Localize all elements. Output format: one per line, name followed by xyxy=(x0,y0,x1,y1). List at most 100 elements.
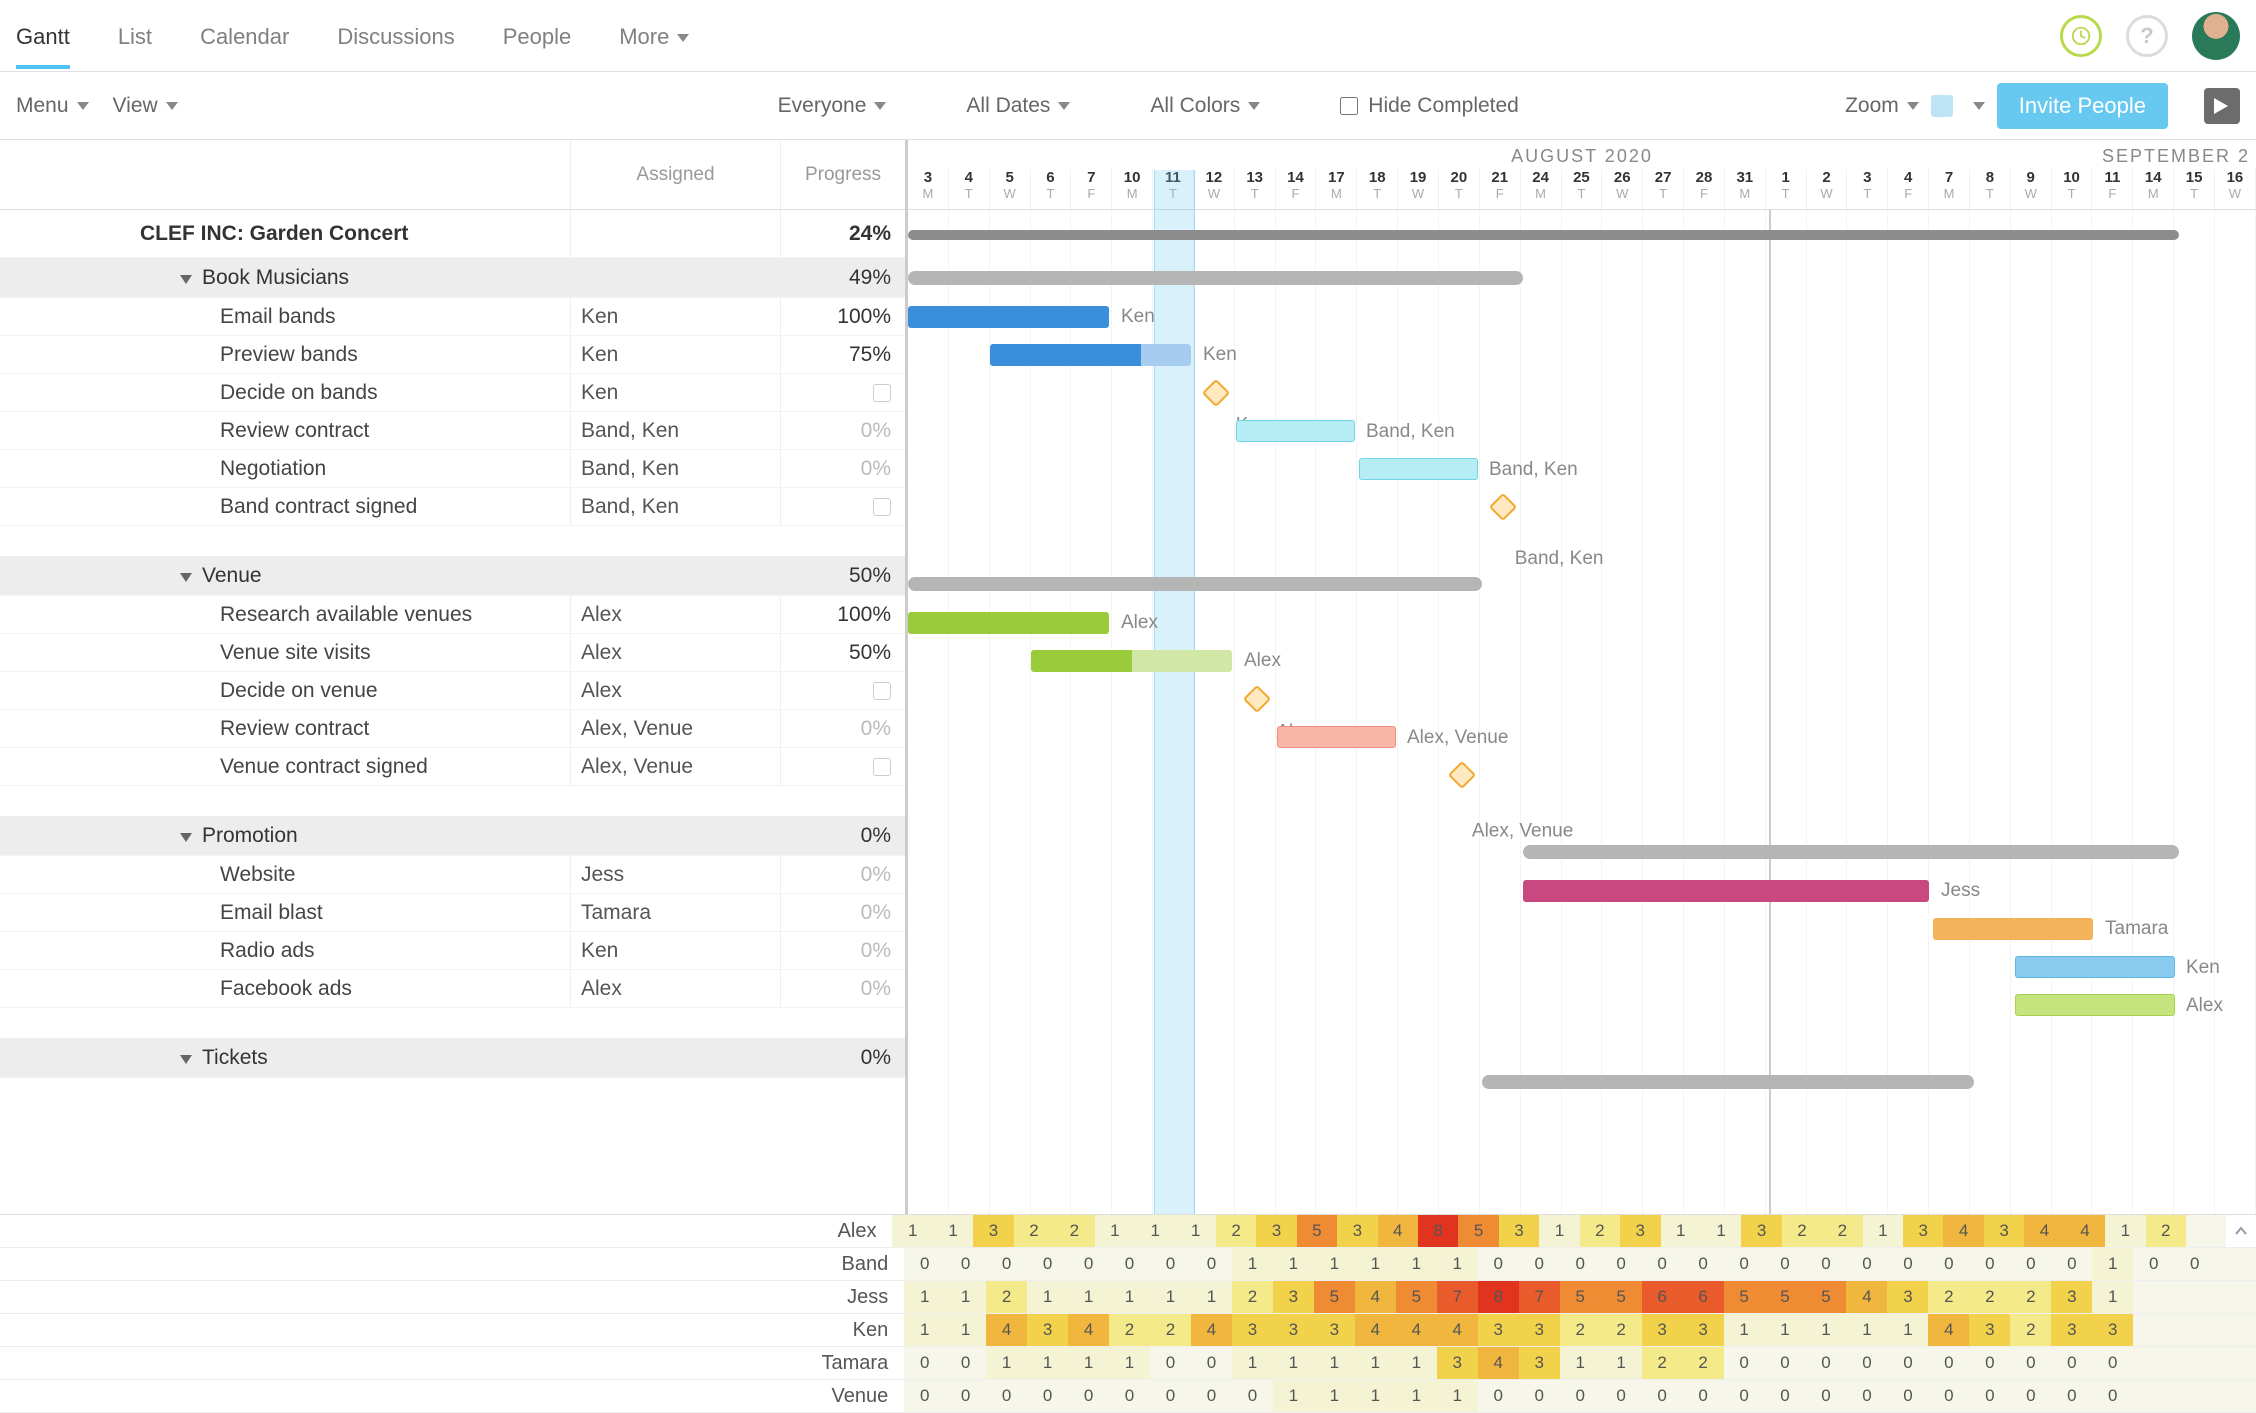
people-filter[interactable]: Everyone xyxy=(778,94,887,118)
assigned-cell: Jess xyxy=(570,856,780,893)
bar-label: Ken xyxy=(1121,306,1155,328)
heatmap-cell: 0 xyxy=(1150,1380,1191,1412)
task-row[interactable]: Email bandsKen100% xyxy=(0,298,905,336)
colors-filter[interactable]: All Colors xyxy=(1150,94,1260,118)
task-row[interactable]: Band contract signedBand, Ken xyxy=(0,488,905,526)
col-assigned[interactable]: Assigned xyxy=(570,140,780,209)
heatmap-expand-icon[interactable] xyxy=(2226,1215,2256,1247)
task-row[interactable]: Venue50% xyxy=(0,556,905,596)
clock-icon[interactable] xyxy=(2060,15,2102,57)
task-row[interactable]: Radio adsKen0% xyxy=(0,932,905,970)
heatmap-cell: 2 xyxy=(1642,1347,1683,1379)
task-row[interactable]: CLEF INC: Garden Concert24% xyxy=(0,210,905,258)
heatmap-cell xyxy=(2133,1347,2174,1379)
nav-tab-people[interactable]: People xyxy=(503,4,572,68)
gantt-bar[interactable]: Tamara xyxy=(1933,918,2093,940)
invite-people-button[interactable]: Invite People xyxy=(1997,83,2168,129)
assigned-cell: Alex, Venue xyxy=(570,748,780,785)
task-row[interactable]: Research available venuesAlex100% xyxy=(0,596,905,634)
task-row[interactable]: Promotion0% xyxy=(0,816,905,856)
summary-bar[interactable] xyxy=(1482,1075,1974,1089)
heatmap-cell: 0 xyxy=(1519,1248,1560,1280)
nav-tab-calendar[interactable]: Calendar xyxy=(200,4,289,68)
heatmap-row[interactable]: Venue000000000111110000000000000000 xyxy=(0,1380,2256,1413)
task-row[interactable]: Email blastTamara0% xyxy=(0,894,905,932)
heatmap-cell: 3 xyxy=(1969,1314,2010,1346)
heatmap-row[interactable]: Band00000000111111000000000000000100 xyxy=(0,1248,2256,1281)
play-queue-icon[interactable] xyxy=(2204,88,2240,124)
summary-bar[interactable] xyxy=(1523,845,2179,859)
summary-bar[interactable] xyxy=(908,271,1523,285)
gantt-bar[interactable]: Band, Ken xyxy=(1359,458,1478,480)
heatmap-cell: 1 xyxy=(1806,1314,1847,1346)
task-row[interactable]: Tickets0% xyxy=(0,1038,905,1078)
workload-heatmap: Alex11322111235348531231132213434412Band… xyxy=(0,1214,2256,1413)
gantt-bar[interactable]: Band, Ken xyxy=(1236,420,1355,442)
nav-tab-discussions[interactable]: Discussions xyxy=(337,4,454,68)
gantt-bar[interactable]: Alex xyxy=(2015,994,2175,1016)
gantt-bar[interactable]: Alex xyxy=(908,612,1109,634)
col-progress[interactable]: Progress xyxy=(780,140,905,209)
task-row[interactable]: Book Musicians49% xyxy=(0,258,905,298)
task-row[interactable]: Decide on venueAlex xyxy=(0,672,905,710)
dates-filter[interactable]: All Dates xyxy=(966,94,1070,118)
heatmap-cell: 0 xyxy=(1478,1248,1519,1280)
task-row[interactable]: Review contractBand, Ken0% xyxy=(0,412,905,450)
milestone-diamond[interactable]: Alex, Venue xyxy=(1447,761,1475,789)
gantt-bar[interactable]: Ken xyxy=(2015,956,2175,978)
gantt-bar[interactable]: Alex xyxy=(1031,650,1232,672)
task-row[interactable]: Preview bandsKen75% xyxy=(0,336,905,374)
hide-completed-checkbox[interactable] xyxy=(1340,97,1358,115)
nav-tab-list[interactable]: List xyxy=(118,4,152,68)
help-icon[interactable]: ? xyxy=(2126,15,2168,57)
gantt-bar[interactable]: Ken xyxy=(990,344,1191,366)
nav-tab-more[interactable]: More xyxy=(619,4,689,68)
heatmap-cell: 1 xyxy=(986,1347,1027,1379)
bar-label: Alex xyxy=(2186,995,2223,1017)
heatmap-cell xyxy=(2133,1281,2174,1313)
task-row[interactable]: WebsiteJess0% xyxy=(0,856,905,894)
assigned-cell: Ken xyxy=(570,374,780,411)
hide-completed-toggle[interactable]: Hide Completed xyxy=(1340,94,1519,118)
summary-bar[interactable] xyxy=(908,577,1482,591)
milestone-diamond[interactable]: Band, Ken xyxy=(1488,493,1516,521)
heatmap-cell: 4 xyxy=(1943,1215,1983,1247)
heatmap-cell: 3 xyxy=(1519,1314,1560,1346)
heatmap-cell: 4 xyxy=(2024,1215,2064,1247)
day-col: 19W xyxy=(1398,169,1439,209)
task-row[interactable]: Decide on bandsKen xyxy=(0,374,905,412)
heatmap-row[interactable]: Tamara001111001111134311220000000000 xyxy=(0,1347,2256,1380)
gantt-bars: KenKenKenBand, KenBand, KenBand, KenAlex… xyxy=(908,210,2256,1102)
heatmap-row[interactable]: Ken114342243334443322331111143233 xyxy=(0,1314,2256,1347)
menu-dropdown[interactable]: Menu xyxy=(16,94,89,118)
day-col: 17M xyxy=(1316,169,1357,209)
day-col: 10M xyxy=(1112,169,1153,209)
nav-tab-gantt[interactable]: Gantt xyxy=(16,4,70,68)
heatmap-cell: 0 xyxy=(2010,1347,2051,1379)
heatmap-row[interactable]: Alex11322111235348531231132213434412 xyxy=(0,1215,2256,1248)
task-row[interactable]: NegotiationBand, Ken0% xyxy=(0,450,905,488)
task-row[interactable]: Facebook adsAlex0% xyxy=(0,970,905,1008)
task-row[interactable]: Review contractAlex, Venue0% xyxy=(0,710,905,748)
heatmap-cell: 1 xyxy=(1701,1215,1741,1247)
assigned-cell xyxy=(570,210,780,257)
gantt-bar[interactable]: Ken xyxy=(908,306,1109,328)
heatmap-cell: 1 xyxy=(904,1314,945,1346)
heatmap-row[interactable]: Jess112111112354578755665554322231 xyxy=(0,1281,2256,1314)
milestone-diamond[interactable]: Alex xyxy=(1242,685,1270,713)
project-summary-bar[interactable] xyxy=(908,230,2179,240)
gantt-bar[interactable]: Alex, Venue xyxy=(1277,726,1396,748)
day-col: 9W xyxy=(2011,169,2052,209)
avatar[interactable] xyxy=(2192,12,2240,60)
task-row[interactable]: Venue site visitsAlex50% xyxy=(0,634,905,672)
task-row[interactable]: Venue contract signedAlex, Venue xyxy=(0,748,905,786)
heatmap-cell: 0 xyxy=(1887,1248,1928,1280)
zoom-swatch[interactable] xyxy=(1931,95,1953,117)
day-col: 14F xyxy=(1276,169,1317,209)
day-col: 15T xyxy=(2174,169,2215,209)
gantt-bar[interactable]: Jess xyxy=(1523,880,1929,902)
view-dropdown[interactable]: View xyxy=(113,94,178,118)
zoom-dropdown[interactable]: Zoom xyxy=(1845,94,1919,118)
heatmap-cell: 1 xyxy=(1027,1347,1068,1379)
milestone-diamond[interactable]: Ken xyxy=(1201,379,1229,407)
